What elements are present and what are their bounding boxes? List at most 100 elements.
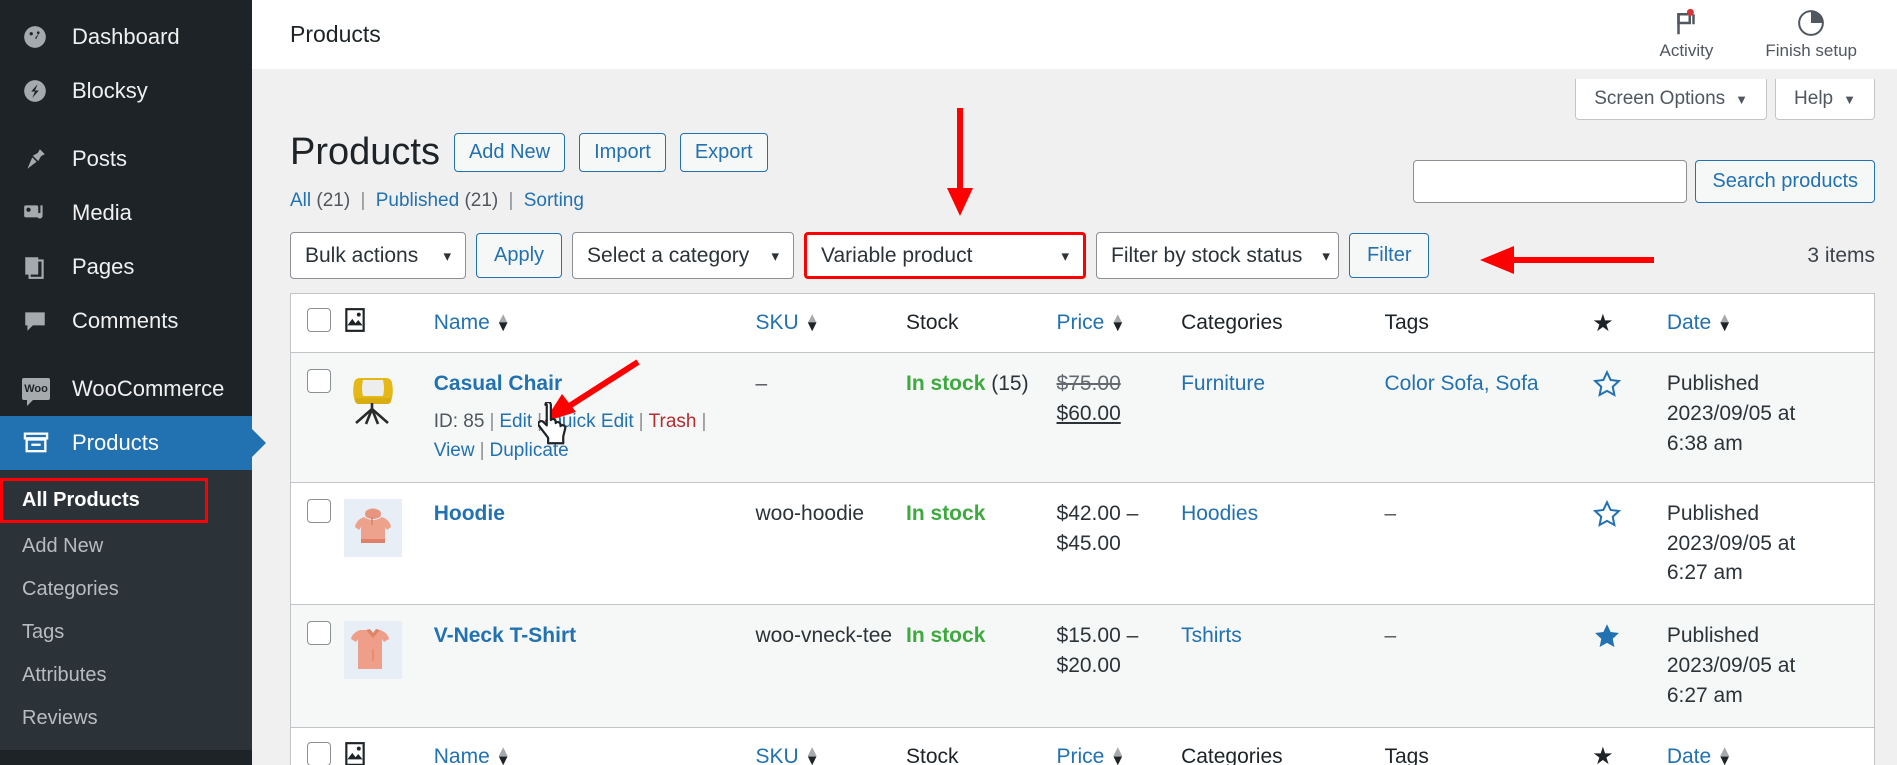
tags-link[interactable]: Color Sofa, Sofa: [1385, 372, 1539, 395]
product-name-link[interactable]: Hoodie: [434, 502, 505, 525]
sidebar-item-pages[interactable]: Pages: [0, 240, 252, 294]
sku-footer: SKU ▲ ▼: [755, 726, 907, 765]
sort-by-price[interactable]: Price ▲ ▼: [1057, 311, 1126, 335]
trash-link[interactable]: Trash: [649, 411, 697, 432]
help-tab[interactable]: Help ▼: [1775, 79, 1875, 120]
row-price-cell: $75.00 $60.00: [1057, 353, 1182, 483]
sidebar-item-dashboard[interactable]: Dashboard: [0, 10, 252, 64]
category-filter-select[interactable]: Select a category ▾: [572, 232, 795, 279]
price-range: $15.00 – $20.00: [1056, 624, 1139, 677]
sidebar-item-woocommerce[interactable]: Woo WooCommerce: [0, 362, 252, 416]
star-filled-icon[interactable]: [1592, 624, 1622, 656]
admin-sidebar: Dashboard Blocksy Posts Media Pages Comm…: [0, 0, 252, 765]
search-input[interactable]: [1413, 160, 1688, 203]
filter-button[interactable]: Filter: [1349, 233, 1430, 278]
row-name-cell: Casual Chair ID: 85 | Edit | Quick Edit | Tras…: [434, 353, 756, 483]
category-link[interactable]: Furniture: [1181, 372, 1265, 395]
row-stock-cell: In stock: [906, 605, 1057, 727]
stock-header: Stock: [906, 293, 1057, 353]
row-date-cell: Published 2023/09/05 at 6:27 am: [1667, 482, 1875, 604]
row-stock-cell: In stock (15): [906, 353, 1057, 483]
add-new-button[interactable]: Add New: [453, 133, 566, 172]
sidebar-item-categories[interactable]: Categories: [0, 568, 252, 611]
sort-by-name[interactable]: Name ▲ ▼: [434, 311, 511, 335]
duplicate-link[interactable]: Duplicate: [490, 440, 569, 461]
row-checkbox[interactable]: [307, 621, 331, 646]
stock-status: In stock: [906, 372, 986, 395]
category-link[interactable]: Hoodies: [1181, 502, 1258, 525]
products-icon: [22, 429, 56, 457]
finish-setup-button[interactable]: Finish setup: [1765, 8, 1857, 61]
table-row: V-Neck T-Shirt woo-vneck-tee In stock $1…: [290, 604, 1875, 728]
date-time: 6:27 am: [1666, 561, 1743, 585]
stock-footer: Stock: [906, 726, 1057, 765]
sidebar-subitem-label: Tags: [22, 621, 65, 643]
star-outline-icon[interactable]: [1592, 369, 1622, 404]
sidebar-item-tags[interactable]: Tags: [0, 611, 252, 654]
row-actions: ID: 85 | Edit | Quick Edit | Trash | View | Dupli…: [433, 410, 707, 462]
table-head: Name ▲ ▼ SKU ▲ ▼ Stock Price ▲ ▼ Categor…: [290, 293, 1875, 353]
row-thumbnail-cell: [344, 482, 433, 604]
help-label: Help: [1794, 88, 1834, 109]
price-regular: $75.00: [1056, 372, 1121, 395]
sidebar-subitem-label: Categories: [22, 578, 119, 600]
date-status: Published: [1666, 624, 1760, 648]
apply-button[interactable]: Apply: [476, 233, 563, 278]
export-button[interactable]: Export: [679, 133, 768, 172]
sidebar-item-all-products[interactable]: All Products: [0, 478, 208, 523]
sidebar-item-products[interactable]: Products: [0, 416, 252, 470]
sidebar-item-blocksy[interactable]: Blocksy: [0, 64, 252, 118]
view-link[interactable]: View: [434, 440, 475, 461]
sort-by-sku[interactable]: SKU ▲ ▼: [756, 744, 820, 765]
status-link-published[interactable]: Published: [376, 190, 459, 211]
row-categories-cell: Hoodies: [1181, 482, 1384, 604]
row-name-cell: V-Neck T-Shirt: [434, 605, 756, 727]
select-all-checkbox[interactable]: [307, 741, 331, 765]
sku-value: woo-vneck-tee: [755, 624, 893, 648]
search-products-button[interactable]: Search products: [1695, 160, 1875, 203]
quick-edit-link[interactable]: Quick Edit: [547, 411, 634, 432]
sidebar-item-add-new[interactable]: Add New: [0, 525, 252, 568]
sort-by-name[interactable]: Name ▲ ▼: [434, 744, 511, 765]
price-range: $42.00 – $45.00: [1056, 501, 1139, 555]
sort-by-price[interactable]: Price ▲ ▼: [1056, 744, 1126, 765]
date-status: Published: [1666, 501, 1760, 525]
table-row: Hoodie woo-hoodie In stock $42.00 – $45.…: [290, 482, 1875, 605]
sidebar-item-attributes[interactable]: Attributes: [0, 654, 252, 697]
screen-options-tab[interactable]: Screen Options ▼: [1575, 79, 1768, 120]
row-categories-cell: Tshirts: [1181, 605, 1384, 727]
activity-button[interactable]: Activity: [1659, 8, 1713, 61]
row-checkbox[interactable]: [307, 498, 331, 523]
status-link-sorting[interactable]: Sorting: [524, 190, 584, 211]
sidebar-item-media[interactable]: Media: [0, 186, 252, 240]
row-featured-cell: [1592, 605, 1667, 727]
product-name-link[interactable]: V-Neck T-Shirt: [434, 624, 576, 647]
media-icon: [22, 200, 56, 226]
product-type-filter-select[interactable]: Variable product ▾: [804, 232, 1087, 279]
import-button[interactable]: Import: [579, 133, 666, 172]
sort-by-date[interactable]: Date ▲ ▼: [1667, 311, 1732, 335]
row-checkbox[interactable]: [307, 369, 331, 393]
status-link-all[interactable]: All: [290, 190, 311, 211]
table-header-row: Name ▲ ▼ SKU ▲ ▼ Stock Price ▲ ▼ Categor…: [290, 293, 1875, 353]
edit-link[interactable]: Edit: [499, 411, 532, 432]
separator: |: [508, 190, 514, 211]
product-name-link[interactable]: Casual Chair: [434, 372, 562, 395]
sort-by-sku[interactable]: SKU ▲ ▼: [756, 311, 820, 335]
sidebar-item-reviews[interactable]: Reviews: [0, 697, 252, 740]
sort-by-date[interactable]: Date ▲ ▼: [1667, 744, 1732, 765]
sidebar-item-posts[interactable]: Posts: [0, 132, 252, 186]
stock-status-filter-select[interactable]: Filter by stock status ▾: [1096, 232, 1340, 279]
sidebar-item-comments[interactable]: Comments: [0, 294, 252, 348]
product-id-label: ID: 85: [433, 410, 485, 432]
price-footer-label: Price: [1056, 744, 1105, 765]
category-link[interactable]: Tshirts: [1181, 624, 1242, 647]
tshirt-thumbnail: [344, 621, 403, 680]
bulk-actions-select[interactable]: Bulk actions ▾: [290, 232, 466, 279]
thumbnail-header: [344, 293, 434, 353]
hoodie-thumbnail: [344, 498, 403, 557]
star-outline-icon[interactable]: [1592, 499, 1622, 534]
sku-header-label: SKU: [755, 311, 799, 334]
row-tags-cell: –: [1385, 605, 1593, 727]
select-all-checkbox[interactable]: [307, 308, 331, 332]
